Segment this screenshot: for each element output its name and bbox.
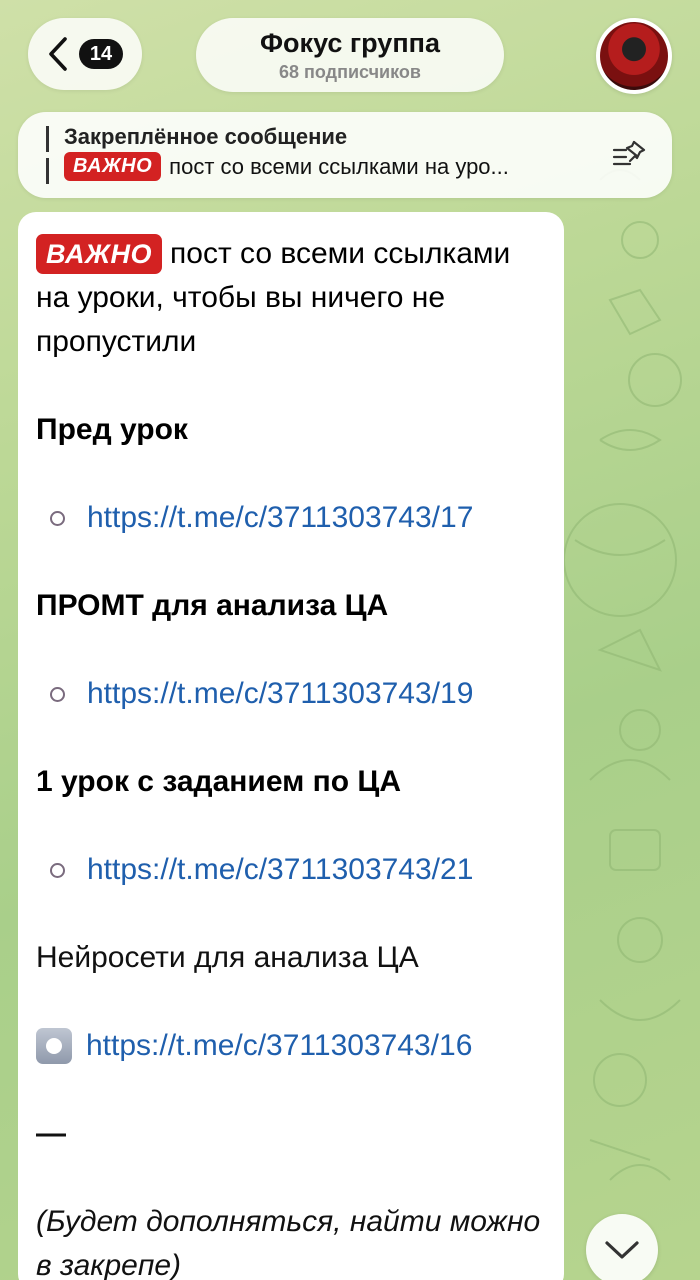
pinned-message-bar[interactable]: Закреплённое сообщение ВАЖНО пост со все… — [18, 112, 672, 198]
lesson-link[interactable]: https://t.me/c/3711303743/16 — [86, 1024, 472, 1068]
footer-note: (Будет дополняться, найти можно в закреп… — [36, 1205, 541, 1280]
chat-title: Фокус группа — [260, 28, 440, 58]
pinned-preview: ВАЖНО пост со всеми ссылками на уро... — [64, 152, 509, 181]
chat-title-pill[interactable]: Фокус группа 68 подписчиков — [196, 18, 504, 92]
radio-circle-icon — [50, 862, 65, 878]
dash-separator: — — [36, 1117, 66, 1150]
pinned-tag: ВАЖНО — [64, 152, 162, 181]
pinned-indicator — [46, 126, 49, 184]
radio-circle-icon — [50, 510, 65, 526]
avatar-image — [600, 22, 668, 90]
unread-count-badge: 14 — [78, 39, 124, 69]
link-row: https://t.me/c/3711303743/19 — [36, 672, 546, 716]
message-intro: ВАЖНО пост со всеми ссылками на уроки, чт… — [36, 232, 546, 364]
lesson-link[interactable]: https://t.me/c/3711303743/19 — [87, 672, 473, 716]
link-row: https://t.me/c/3711303743/17 — [36, 496, 546, 540]
link-row: https://t.me/c/3711303743/21 — [36, 848, 546, 892]
link-row: https://t.me/c/3711303743/16 — [36, 1024, 546, 1068]
subscriber-count: 68 подписчиков — [279, 62, 421, 82]
section-heading: Пред урок — [36, 413, 188, 446]
message-bubble: ВАЖНО пост со всеми ссылками на уроки, чт… — [18, 212, 564, 1280]
record-button-icon — [36, 1028, 72, 1064]
section-heading: 1 урок с заданием по ЦА — [36, 765, 401, 798]
chevron-left-icon — [49, 37, 67, 71]
chat-header: 14 Фокус группа 68 подписчиков — [0, 0, 700, 110]
section-heading: ПРОМТ для анализа ЦА — [36, 589, 389, 622]
important-tag: ВАЖНО — [36, 234, 163, 274]
channel-avatar[interactable] — [596, 18, 672, 94]
lesson-link[interactable]: https://t.me/c/3711303743/21 — [87, 848, 473, 892]
pin-list-icon[interactable] — [612, 138, 648, 170]
back-button[interactable]: 14 — [28, 18, 142, 90]
pinned-preview-text: пост со всеми ссылками на уро... — [169, 153, 509, 179]
chevron-down-icon — [605, 1241, 639, 1259]
lesson-link[interactable]: https://t.me/c/3711303743/17 — [87, 496, 473, 540]
plain-heading: Нейросети для анализа ЦА — [36, 941, 419, 974]
radio-circle-icon — [50, 686, 65, 702]
scroll-down-button[interactable] — [586, 1214, 658, 1280]
pinned-label: Закреплённое сообщение — [64, 124, 348, 149]
